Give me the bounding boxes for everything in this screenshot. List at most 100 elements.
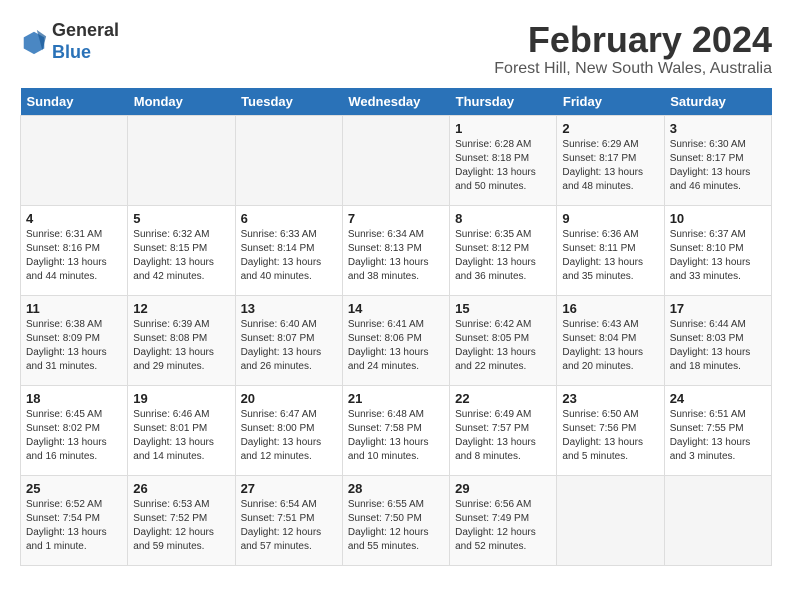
calendar-cell: 10Sunrise: 6:37 AM Sunset: 8:10 PM Dayli… [664,205,771,295]
weekday-header: Sunday [21,88,128,116]
calendar-cell [342,115,449,205]
day-number: 12 [133,301,229,316]
day-number: 25 [26,481,122,496]
location: Forest Hill, New South Wales, Australia [494,60,772,78]
day-number: 26 [133,481,229,496]
day-info: Sunrise: 6:28 AM Sunset: 8:18 PM Dayligh… [455,138,551,194]
day-info: Sunrise: 6:42 AM Sunset: 8:05 PM Dayligh… [455,318,551,374]
day-number: 4 [26,211,122,226]
day-number: 14 [348,301,444,316]
calendar-cell: 9Sunrise: 6:36 AM Sunset: 8:11 PM Daylig… [557,205,664,295]
day-info: Sunrise: 6:53 AM Sunset: 7:52 PM Dayligh… [133,498,229,554]
weekday-header: Monday [128,88,235,116]
day-number: 20 [241,391,337,406]
calendar-cell: 3 Sunrise: 6:30 AM Sunset: 8:17 PM Daylig… [664,115,771,205]
calendar-week-row: 11 Sunrise: 6:38 AM Sunset: 8:09 PM Dayli… [21,295,772,385]
day-number: 2 [562,121,658,136]
day-info: Sunrise: 6:43 AM Sunset: 8:04 PM Dayligh… [562,318,658,374]
day-number: 15 [455,301,551,316]
day-number: 23 [562,391,658,406]
day-number: 29 [455,481,551,496]
day-number: 21 [348,391,444,406]
logo-icon [20,28,48,56]
calendar-cell: 15 Sunrise: 6:42 AM Sunset: 8:05 PM Dayli… [450,295,557,385]
calendar-cell: 5 Sunrise: 6:32 AM Sunset: 8:15 PM Daylig… [128,205,235,295]
calendar-week-row: 1 Sunrise: 6:28 AM Sunset: 8:18 PM Daylig… [21,115,772,205]
calendar-cell: 4 Sunrise: 6:31 AM Sunset: 8:16 PM Daylig… [21,205,128,295]
calendar-cell [235,115,342,205]
calendar-cell: 14 Sunrise: 6:41 AM Sunset: 8:06 PM Dayli… [342,295,449,385]
calendar-cell: 28Sunrise: 6:55 AM Sunset: 7:50 PM Dayli… [342,475,449,565]
day-info: Sunrise: 6:38 AM Sunset: 8:09 PM Dayligh… [26,318,122,374]
day-info: Sunrise: 6:37 AM Sunset: 8:10 PM Dayligh… [670,228,766,284]
day-number: 9 [562,211,658,226]
weekday-header: Friday [557,88,664,116]
calendar-cell: 2 Sunrise: 6:29 AM Sunset: 8:17 PM Daylig… [557,115,664,205]
calendar-cell: 26 Sunrise: 6:53 AM Sunset: 7:52 PM Dayli… [128,475,235,565]
day-info: Sunrise: 6:34 AM Sunset: 8:13 PM Dayligh… [348,228,444,284]
calendar-cell [664,475,771,565]
day-info: Sunrise: 6:45 AM Sunset: 8:02 PM Dayligh… [26,408,122,464]
day-number: 22 [455,391,551,406]
day-info: Sunrise: 6:33 AM Sunset: 8:14 PM Dayligh… [241,228,337,284]
day-info: Sunrise: 6:41 AM Sunset: 8:06 PM Dayligh… [348,318,444,374]
day-number: 18 [26,391,122,406]
logo: General Blue [20,20,119,63]
calendar-cell: 24 Sunrise: 6:51 AM Sunset: 7:55 PM Dayli… [664,385,771,475]
calendar-cell: 16 Sunrise: 6:43 AM Sunset: 8:04 PM Dayli… [557,295,664,385]
calendar-cell: 23 Sunrise: 6:50 AM Sunset: 7:56 PM Dayli… [557,385,664,475]
day-info: Sunrise: 6:29 AM Sunset: 8:17 PM Dayligh… [562,138,658,194]
day-info: Sunrise: 6:56 AM Sunset: 7:49 PM Dayligh… [455,498,551,554]
calendar-cell: 13Sunrise: 6:40 AM Sunset: 8:07 PM Dayli… [235,295,342,385]
day-info: Sunrise: 6:51 AM Sunset: 7:55 PM Dayligh… [670,408,766,464]
day-info: Sunrise: 6:30 AM Sunset: 8:17 PM Dayligh… [670,138,766,194]
calendar-cell [21,115,128,205]
day-number: 27 [241,481,337,496]
calendar-cell [128,115,235,205]
day-info: Sunrise: 6:48 AM Sunset: 7:58 PM Dayligh… [348,408,444,464]
calendar-cell: 25 Sunrise: 6:52 AM Sunset: 7:54 PM Dayli… [21,475,128,565]
day-number: 19 [133,391,229,406]
calendar-week-row: 18 Sunrise: 6:45 AM Sunset: 8:02 PM Dayli… [21,385,772,475]
day-number: 28 [348,481,444,496]
calendar-cell: 22 Sunrise: 6:49 AM Sunset: 7:57 PM Dayli… [450,385,557,475]
calendar-cell: 18 Sunrise: 6:45 AM Sunset: 8:02 PM Dayli… [21,385,128,475]
day-info: Sunrise: 6:31 AM Sunset: 8:16 PM Dayligh… [26,228,122,284]
calendar-cell: 6Sunrise: 6:33 AM Sunset: 8:14 PM Daylig… [235,205,342,295]
calendar-week-row: 4 Sunrise: 6:31 AM Sunset: 8:16 PM Daylig… [21,205,772,295]
logo-text: General Blue [52,20,119,63]
calendar-cell: 11 Sunrise: 6:38 AM Sunset: 8:09 PM Dayli… [21,295,128,385]
day-info: Sunrise: 6:52 AM Sunset: 7:54 PM Dayligh… [26,498,122,554]
day-number: 3 [670,121,766,136]
calendar-cell: 7 Sunrise: 6:34 AM Sunset: 8:13 PM Daylig… [342,205,449,295]
calendar-table: SundayMondayTuesdayWednesdayThursdayFrid… [20,88,772,566]
day-number: 16 [562,301,658,316]
logo-blue: Blue [52,42,91,62]
weekday-header: Thursday [450,88,557,116]
day-info: Sunrise: 6:40 AM Sunset: 8:07 PM Dayligh… [241,318,337,374]
calendar-cell: 12 Sunrise: 6:39 AM Sunset: 8:08 PM Dayli… [128,295,235,385]
calendar-cell: 27Sunrise: 6:54 AM Sunset: 7:51 PM Dayli… [235,475,342,565]
day-info: Sunrise: 6:39 AM Sunset: 8:08 PM Dayligh… [133,318,229,374]
day-info: Sunrise: 6:49 AM Sunset: 7:57 PM Dayligh… [455,408,551,464]
day-number: 11 [26,301,122,316]
day-info: Sunrise: 6:46 AM Sunset: 8:01 PM Dayligh… [133,408,229,464]
day-info: Sunrise: 6:32 AM Sunset: 8:15 PM Dayligh… [133,228,229,284]
day-number: 5 [133,211,229,226]
day-number: 8 [455,211,551,226]
logo-general: General [52,20,119,40]
day-number: 17 [670,301,766,316]
day-number: 1 [455,121,551,136]
title-block: February 2024 Forest Hill, New South Wal… [494,20,772,78]
calendar-cell: 21 Sunrise: 6:48 AM Sunset: 7:58 PM Dayli… [342,385,449,475]
calendar-cell: 8Sunrise: 6:35 AM Sunset: 8:12 PM Daylig… [450,205,557,295]
month-year: February 2024 [494,20,772,60]
calendar-cell [557,475,664,565]
calendar-cell: 19 Sunrise: 6:46 AM Sunset: 8:01 PM Dayli… [128,385,235,475]
weekday-header: Tuesday [235,88,342,116]
weekday-header: Saturday [664,88,771,116]
day-number: 7 [348,211,444,226]
day-number: 24 [670,391,766,406]
day-info: Sunrise: 6:44 AM Sunset: 8:03 PM Dayligh… [670,318,766,374]
day-info: Sunrise: 6:50 AM Sunset: 7:56 PM Dayligh… [562,408,658,464]
